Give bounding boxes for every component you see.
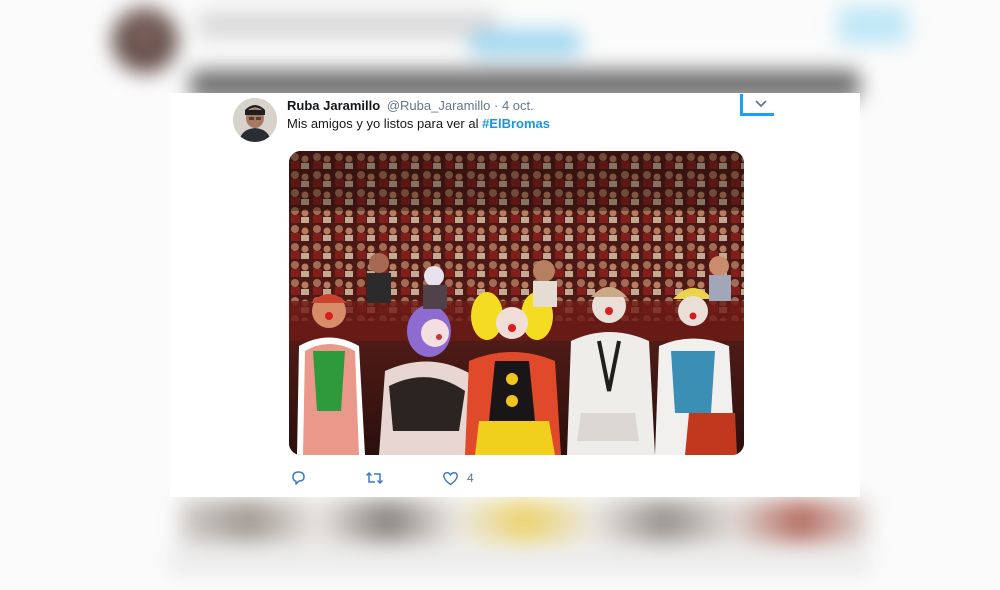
retweet-button[interactable]: [365, 468, 384, 488]
clowns-in-theater-photo: [289, 151, 744, 455]
chevron-down-icon: [755, 100, 767, 108]
tweet-date[interactable]: 4 oct.: [502, 98, 534, 113]
avatar[interactable]: [233, 98, 277, 142]
blurred-chevron: [838, 6, 908, 44]
tweet-menu-button[interactable]: [740, 94, 774, 116]
reply-icon: [292, 471, 305, 485]
tweet-header: Ruba Jaramillo @Ruba_Jaramillo · 4 oct.: [287, 97, 534, 115]
blurred-header-text: [198, 12, 498, 38]
author-handle[interactable]: @Ruba_Jaramillo: [387, 98, 491, 113]
reply-button[interactable]: [290, 468, 307, 488]
tweet-photo[interactable]: [289, 151, 744, 455]
like-button[interactable]: 4: [442, 468, 474, 488]
blurred-photo-strip: [180, 500, 870, 542]
blurred-footer: [170, 545, 870, 575]
heart-icon: [443, 471, 458, 485]
separator: ·: [493, 98, 499, 113]
tweet-actions: 4: [290, 468, 550, 488]
hashtag-link[interactable]: #ElBromas: [482, 116, 550, 131]
blurred-avatar: [112, 8, 178, 74]
tweet-card: Ruba Jaramillo @Ruba_Jaramillo · 4 oct. …: [170, 93, 860, 497]
screenshot-stage: Ruba Jaramillo @Ruba_Jaramillo · 4 oct. …: [0, 0, 1000, 590]
like-count: 4: [467, 471, 474, 485]
tweet-body: Mis amigos y yo listos para ver al: [287, 116, 479, 131]
avatar-image: [233, 98, 277, 142]
author-name[interactable]: Ruba Jaramillo: [287, 98, 380, 113]
tweet-text: Mis amigos y yo listos para ver al #ElBr…: [287, 115, 550, 133]
blurred-hashtag: [470, 30, 580, 56]
retweet-icon: [365, 471, 384, 485]
